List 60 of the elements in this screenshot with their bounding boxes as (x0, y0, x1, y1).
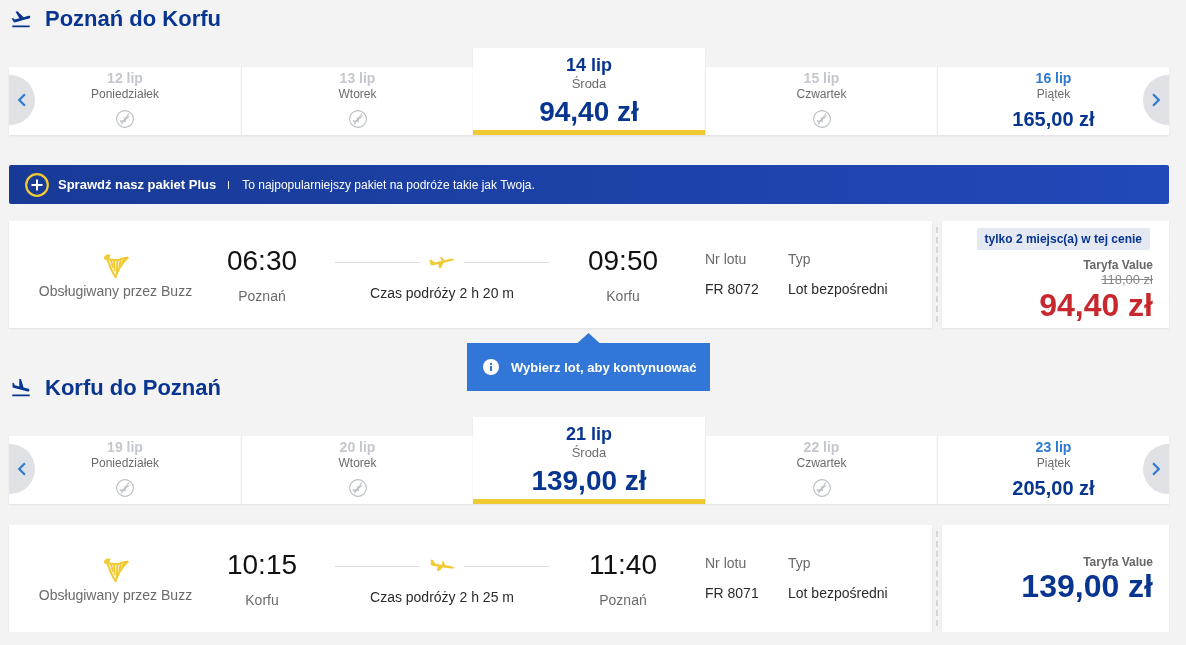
flight-number-label: Nr lotu (705, 251, 747, 267)
promo-banner[interactable]: Sprawdź nasz pakiet Plus To najpopularniejszy pakiet na podróże takie jak Twoja. (9, 165, 1169, 204)
plane-icon (429, 559, 455, 573)
duration-text: Czas podróży 2 h 25 m (370, 589, 514, 605)
date-option[interactable]: 21 lip Środa 139,00 zł (473, 417, 705, 504)
original-price: 118,00 zł (1101, 271, 1153, 288)
flight-number: FR 8072 (705, 281, 759, 297)
harp-logo (102, 253, 129, 279)
date-option[interactable]: 22 lip Czwartek (705, 436, 937, 504)
flight-details-panel[interactable]: Obsługiwany przez Buzz 06:30 Poznań Czas podróży 2 h 20 m 09:50 Korfu Nr lotu FR 8072 Typ Lot bezpośredni (9, 221, 932, 328)
no-flight-icon (116, 479, 134, 497)
operator-text: Obsługiwany przez Buzz (38, 587, 193, 603)
fare-panel[interactable]: tylko 2 miejsc(a) w tej cenie Taryfa Value 118,00 zł 94,40 zł (942, 221, 1169, 328)
route-title: Korfu do Poznań (45, 374, 221, 402)
fare-name: Taryfa Value (1083, 257, 1153, 272)
flight-number-label: Nr lotu (705, 555, 747, 571)
takeoff-icon (10, 8, 32, 30)
no-flight-icon (116, 110, 134, 128)
date-option[interactable]: 14 lip Środa 94,40 zł (473, 48, 705, 135)
flight-type: Lot bezpośredni (788, 281, 888, 297)
date-option[interactable]: 20 lip Wtorek (241, 436, 473, 504)
flight-type-label: Typ (788, 251, 811, 267)
date-option[interactable]: 13 lip Wtorek (241, 67, 473, 135)
landing-icon (10, 377, 32, 399)
duration-text: Czas podróży 2 h 20 m (370, 285, 514, 301)
info-icon (483, 359, 499, 375)
seats-left-badge: tylko 2 miejsc(a) w tej cenie (976, 227, 1150, 250)
departure-time: 06:30 (226, 245, 298, 277)
operator-text: Obsługiwany przez Buzz (38, 283, 193, 299)
route-title: Poznań do Korfu (45, 5, 221, 33)
flight-details-panel[interactable]: Obsługiwany przez Buzz 10:15 Korfu Czas podróży 2 h 25 m 11:40 Poznań Nr lotu FR 8071 Typ Lot bezpośredni (9, 525, 932, 632)
fare-price: 94,40 zł (1039, 287, 1153, 322)
flight-type: Lot bezpośredni (788, 585, 888, 601)
date-option[interactable]: 19 lip Poniedziałek (9, 436, 241, 504)
fare-name: Taryfa Value (1083, 554, 1153, 569)
departure-city: Korfu (245, 592, 279, 608)
promo-text: To najpopularniejszy pakiet na podróże takie jak Twoja. (242, 177, 535, 192)
plane-icon (429, 255, 455, 269)
date-option[interactable]: 15 lip Czwartek (705, 67, 937, 135)
no-flight-icon (812, 110, 831, 128)
promo-title: Sprawdź nasz pakiet Plus (58, 177, 217, 192)
arrival-city: Korfu (606, 288, 640, 304)
no-flight-icon (812, 479, 831, 497)
no-flight-icon (348, 110, 367, 128)
departure-city: Poznań (238, 288, 286, 304)
arrival-city: Poznań (599, 592, 647, 608)
arrival-time: 09:50 (587, 245, 659, 277)
tooltip-text: Wybierz lot, aby kontynuować (511, 359, 697, 375)
fare-panel[interactable]: Taryfa Value 139,00 zł (942, 525, 1169, 632)
plus-circle-icon (25, 172, 49, 197)
no-flight-icon (348, 479, 367, 497)
departure-time: 10:15 (226, 549, 298, 581)
date-option[interactable]: 12 lip Poniedziałek (9, 67, 241, 135)
fare-price: 139,00 zł (1021, 568, 1153, 603)
arrival-time: 11:40 (589, 549, 657, 581)
date-option[interactable]: 23 lip Piątek 205,00 zł (937, 436, 1169, 504)
flight-number: FR 8071 (705, 585, 759, 601)
flight-type-label: Typ (788, 555, 811, 571)
date-option[interactable]: 16 lip Piątek 165,00 zł (937, 67, 1169, 135)
harp-logo (102, 557, 129, 583)
